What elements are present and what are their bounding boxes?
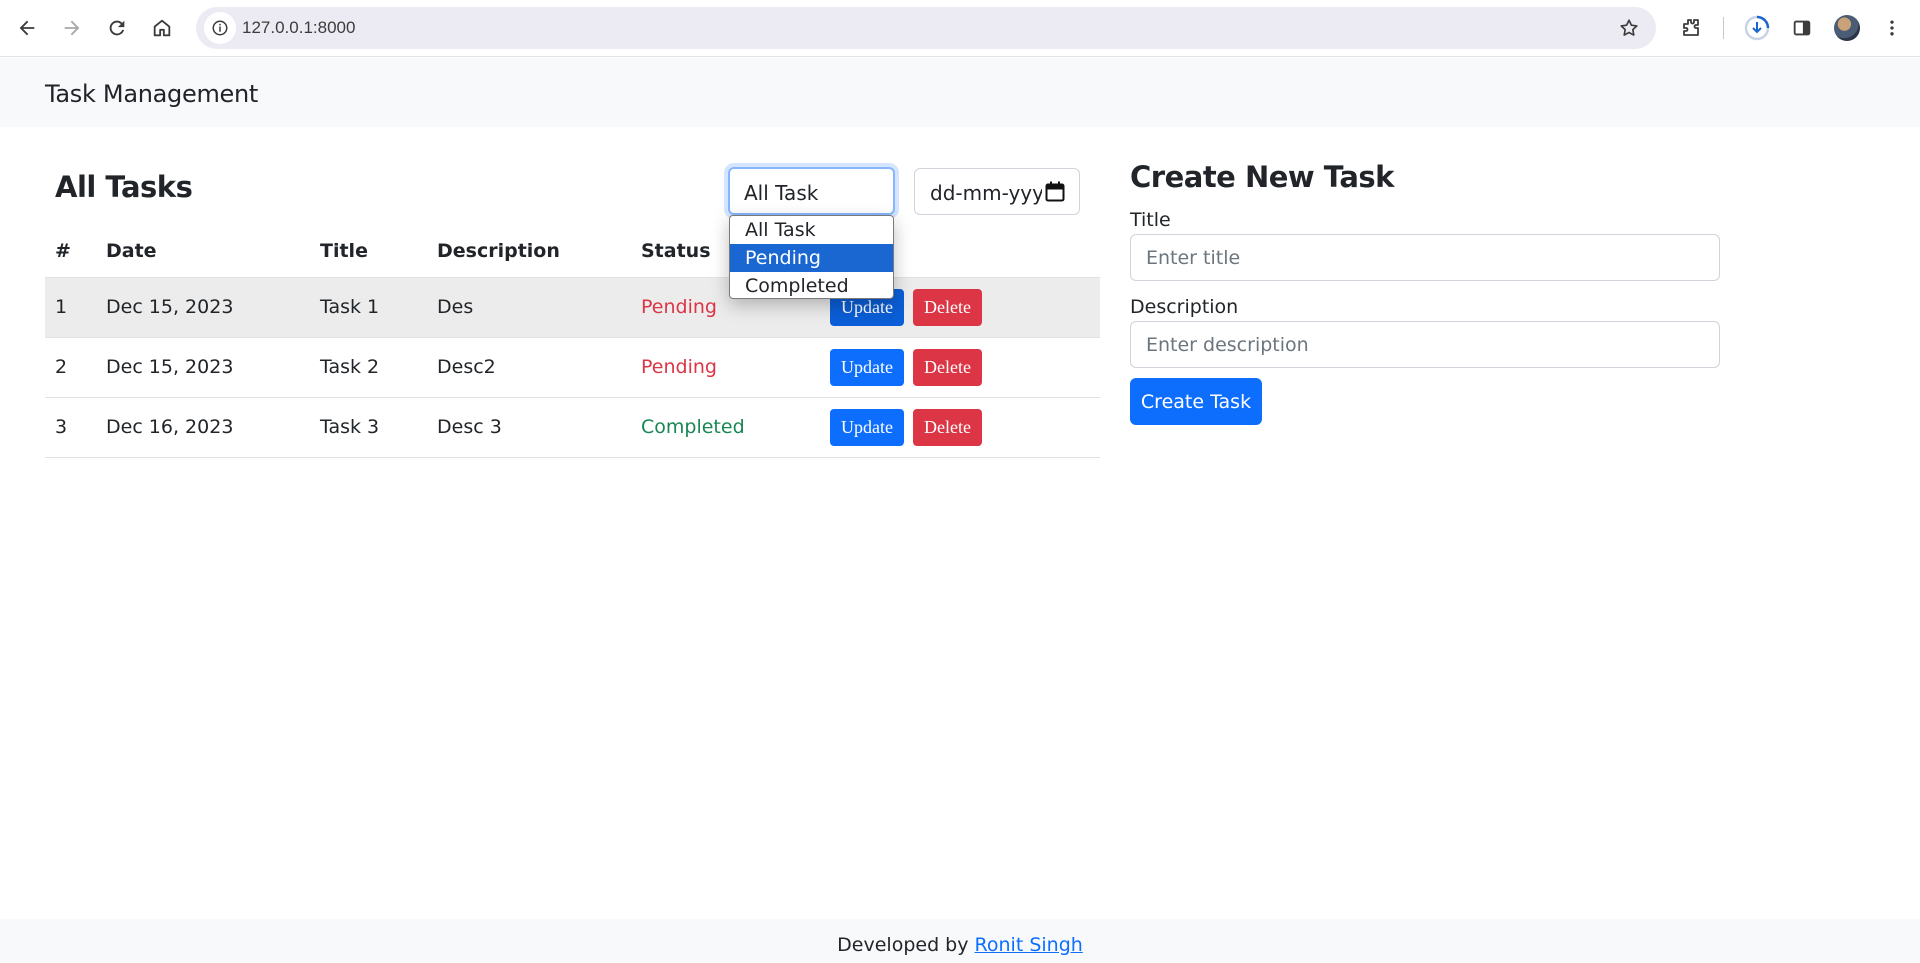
title-input[interactable]: Enter title [1130,234,1720,281]
date-filter-input[interactable]: dd-mm-yyyy [914,168,1080,215]
forward-arrow-icon [64,20,80,36]
footer-text: Developed by [837,934,969,956]
author-link[interactable]: Ronit Singh [975,934,1083,956]
delete-button[interactable]: Delete [913,408,982,446]
url-text: 127.0.0.1:8000 [242,18,356,37]
home-button[interactable] [144,10,180,46]
avatar [1834,15,1860,41]
side-panel-icon [1793,20,1811,36]
browser-toolbar: 127.0.0.1:8000 [0,0,1920,57]
dropdown-option-completed[interactable]: Completed [730,272,893,298]
description-input[interactable]: Enter description [1130,321,1720,368]
cell-title: Task 2 [310,337,427,398]
cell-description: Des [427,277,631,338]
site-info-icon[interactable] [204,12,236,44]
forward-button[interactable] [54,10,90,46]
create-task-heading: Create New Task [1130,160,1394,194]
delete-button[interactable]: Delete [913,288,982,326]
status-filter-value: All Task [744,181,819,205]
create-task-button[interactable]: Create Task [1130,378,1262,425]
cell-actions: Update Delete [820,337,1100,398]
puzzle-icon [1683,19,1699,36]
description-label: Description [1130,296,1239,318]
extensions-button[interactable] [1673,10,1709,46]
dropdown-option-all-task[interactable]: All Task [730,216,893,244]
status-filter-select[interactable]: All Task [728,167,895,215]
address-bar[interactable]: 127.0.0.1:8000 [196,7,1656,49]
cell-description: Desc 3 [427,397,631,458]
bookmark-star-icon[interactable] [1616,15,1642,41]
toolbar-divider [1723,17,1724,39]
cell-status: Completed [631,397,820,458]
table-row: 3 Dec 16, 2023 Task 3 Desc 3 Completed U… [45,397,1100,458]
cell-date: Dec 16, 2023 [96,397,310,458]
browser-menu-button[interactable] [1874,10,1910,46]
column-header: # [45,225,96,278]
table-row: 1 Dec 15, 2023 Task 1 Des Pending Update… [45,277,1100,338]
status-filter-dropdown: All Task Pending Completed [729,215,894,299]
cell-title: Task 1 [310,277,427,338]
title-placeholder: Enter title [1146,247,1241,269]
downloads-button[interactable] [1739,10,1775,46]
cell-number: 2 [45,337,96,398]
tasks-heading: All Tasks [55,170,193,204]
profile-button[interactable] [1829,10,1865,46]
table-row: 2 Dec 15, 2023 Task 2 Desc2 Pending Upda… [45,337,1100,398]
update-button[interactable]: Update [830,348,904,386]
cell-date: Dec 15, 2023 [96,277,310,338]
side-panel-button[interactable] [1784,10,1820,46]
back-button[interactable] [9,10,45,46]
back-arrow-icon [19,20,35,36]
table-header-row: # Date Title Description Status [45,225,1100,278]
column-header: Title [310,225,427,278]
home-icon [153,19,171,37]
cell-description: Desc2 [427,337,631,398]
more-vert-icon [1890,20,1894,36]
column-header: Description [427,225,631,278]
download-icon [1744,15,1770,41]
navbar-brand[interactable]: Task Management [45,80,258,108]
tasks-table: # Date Title Description Status 1 Dec 15… [45,225,1100,458]
cell-title: Task 3 [310,397,427,458]
reload-icon [109,20,125,36]
app-navbar: Task Management [0,58,1920,127]
cell-number: 1 [45,277,96,338]
cell-date: Dec 15, 2023 [96,337,310,398]
description-placeholder: Enter description [1146,334,1309,356]
column-header: Date [96,225,310,278]
delete-button[interactable]: Delete [913,348,982,386]
footer: Developed by Ronit Singh [0,919,1920,963]
dropdown-option-pending[interactable]: Pending [730,244,893,272]
update-button[interactable]: Update [830,408,904,446]
date-filter-placeholder: dd-mm-yyyy [930,181,1042,205]
reload-button[interactable] [99,10,135,46]
title-label: Title [1130,209,1171,231]
cell-actions: Update Delete [820,397,1100,458]
cell-number: 3 [45,397,96,458]
calendar-icon[interactable] [1045,181,1065,203]
cell-status: Pending [631,337,820,398]
